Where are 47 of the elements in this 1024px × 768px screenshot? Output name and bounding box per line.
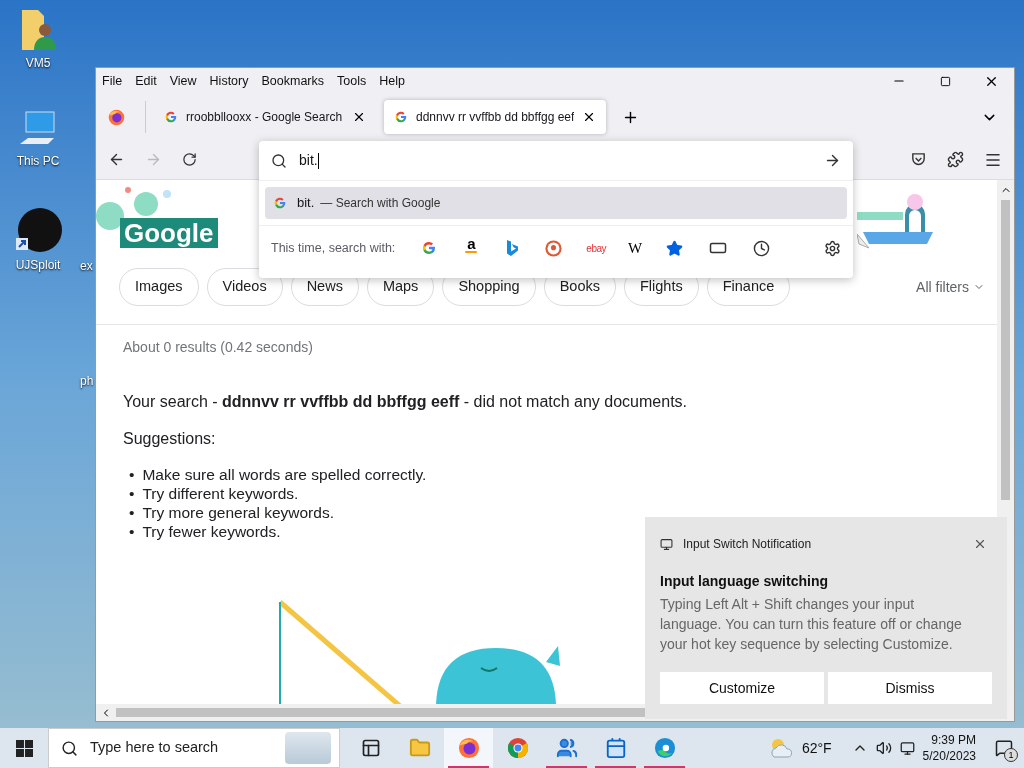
menu-item[interactable]: File	[100, 71, 125, 91]
suggestion-item: Try different keywords.	[142, 484, 299, 503]
notification-app-name: Input Switch Notification	[683, 536, 812, 553]
tab-title: ddnnvv rr vvffbb dd bbffgg eef	[416, 109, 574, 126]
engines-label: This time, search with:	[271, 239, 396, 257]
ebay-engine-button[interactable]: ebay	[584, 240, 609, 256]
clock-date[interactable]: 5/20/2023	[922, 748, 976, 764]
notification-title: Input language switching	[660, 572, 829, 591]
notification-button[interactable]: Customize	[660, 672, 824, 704]
suggestion-query: bit.	[297, 194, 315, 213]
wikipedia-engine-button[interactable]: W	[626, 236, 645, 260]
menu-item[interactable]: Tools	[335, 71, 369, 91]
address-field[interactable]: bit.	[259, 141, 853, 181]
bullet: •	[129, 465, 135, 484]
suggestion-item: Make sure all words are spelled correctly.	[142, 465, 427, 484]
bullet: •	[129, 484, 135, 503]
notification-button[interactable]: Dismiss	[828, 672, 992, 704]
bullet: •	[129, 503, 135, 522]
doodle-logo[interactable]: Google	[120, 218, 218, 248]
weather-temperature[interactable]: 62°F	[801, 737, 832, 759]
search-placeholder: Type here to search	[90, 738, 219, 758]
action-center-button[interactable]: 1	[984, 728, 1024, 768]
menu-item[interactable]: Edit	[133, 71, 159, 91]
notification-body: Typing Left Alt + Shift changes your input language. You can turn this feature off or change your hot key sequence by selecting Customize.	[660, 595, 963, 654]
clock-time[interactable]: 9:39 PM	[931, 732, 976, 748]
address-value: bit.	[299, 151, 318, 170]
tab-title: rroobbllooxx - Google Search	[186, 109, 344, 126]
bullet: •	[129, 522, 135, 541]
desktop-icon-label[interactable]: VM5	[25, 54, 51, 72]
menu-item[interactable]: View	[167, 71, 199, 91]
suggestions-heading: Suggestions:	[123, 429, 217, 449]
no-match-message: Your search - ddnnvv rr vvffbb dd bbffgg eeff - did not match any documents.	[123, 392, 688, 412]
menu-item[interactable]: Help	[377, 71, 407, 91]
results-stats: About 0 results (0.42 seconds)	[123, 338, 314, 357]
notification-count-badge: 1	[1004, 748, 1018, 762]
menu-item[interactable]: Bookmarks	[259, 71, 326, 91]
browser-tab[interactable]: ddnnvv rr vvffbb dd bbffgg eef	[384, 100, 606, 134]
desktop-icon-label[interactable]: This PC	[16, 152, 60, 170]
suggestion-item: Try more general keywords.	[142, 503, 334, 522]
amazon-engine-button[interactable]: a	[459, 236, 484, 260]
taskbar-search-field[interactable]: Type here to search	[48, 728, 340, 768]
suggestion-action: — Search with Google	[320, 195, 441, 212]
search-suggestion[interactable]: bit. — Search with Google	[265, 187, 847, 219]
menu-item[interactable]: History	[207, 71, 251, 91]
all-filters-button[interactable]: All filters	[916, 276, 985, 298]
browser-tab[interactable]: rroobbllooxx - Google Search	[154, 100, 376, 134]
suggestion-item: Try fewer keywords.	[142, 522, 281, 541]
